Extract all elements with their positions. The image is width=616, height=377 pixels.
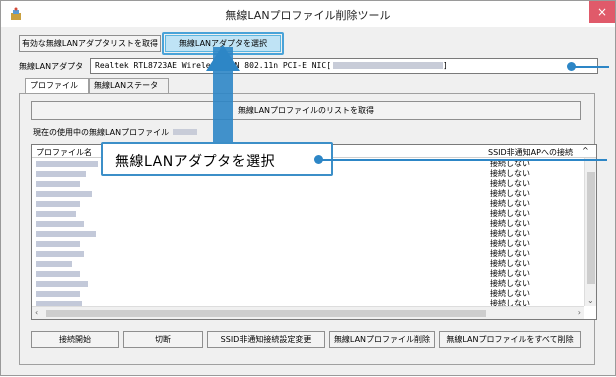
connect-setting: 接続しない [490, 239, 530, 248]
profile-name-redacted [36, 281, 88, 287]
table-row[interactable]: 接続しない [32, 259, 584, 269]
adapter-label: 無線LANアダプタ [19, 62, 84, 71]
connect-setting: 接続しない [490, 199, 530, 208]
delete-all-profiles-button[interactable]: 無線LANプロファイルをすべて削除 [439, 331, 581, 348]
connect-setting: 接続しない [490, 269, 530, 278]
connect-setting: 接続しない [490, 259, 530, 268]
horizontal-scrollbar[interactable]: ‹ › [32, 306, 584, 319]
connect-setting: 接続しない [490, 279, 530, 288]
profile-name-redacted [36, 251, 84, 257]
profile-name-redacted [36, 291, 80, 297]
connect-setting: 接続しない [490, 289, 530, 298]
table-row[interactable]: 接続しない [32, 229, 584, 239]
current-profile-value-redacted [173, 129, 197, 135]
profile-name-redacted [36, 241, 80, 247]
list-rows: 接続しない 接続しない 接続しない 接続しない 接続しない 接続しない 接続しない 接続しない… [32, 159, 584, 309]
connect-setting: 接続しない [490, 249, 530, 258]
table-row[interactable]: 接続しない [32, 189, 584, 199]
scroll-left-icon[interactable]: ‹ [35, 308, 38, 317]
profile-name-redacted [36, 171, 86, 177]
adapter-value: Realtek RTL8723AE Wireless LAN 802.11n P… [95, 61, 332, 70]
column-ssid-hidden[interactable]: SSID非通知APへの接続 [488, 147, 573, 158]
horizontal-scroll-thumb[interactable] [46, 310, 486, 317]
profile-name-redacted [36, 261, 72, 267]
adapter-value-redacted [333, 62, 444, 69]
table-row[interactable]: 接続しない [32, 219, 584, 229]
close-button[interactable]: × [589, 1, 615, 23]
profile-name-redacted [36, 161, 98, 167]
get-adapter-list-button[interactable]: 有効な無線LANアダプタリストを取得 [19, 35, 161, 52]
disconnect-button[interactable]: 切断 [123, 331, 203, 348]
sort-up-icon: ^ [582, 146, 589, 155]
callout-text: 無線LANアダプタを選択 [115, 154, 276, 170]
scroll-down-icon[interactable]: ⌄ [587, 296, 594, 305]
table-row[interactable]: 接続しない [32, 199, 584, 209]
title-bar: 無線LANプロファイル削除ツール × [1, 1, 615, 27]
window-title: 無線LANプロファイル削除ツール [225, 9, 391, 22]
ssid-setting-button[interactable]: SSID非通知接続設定変更 [207, 331, 325, 348]
profile-name-redacted [36, 271, 80, 277]
connect-setting: 接続しない [490, 179, 530, 188]
profile-name-redacted [36, 231, 96, 237]
current-profile-label: 現在の使用中の無線LANプロファイル [33, 128, 170, 137]
table-row[interactable]: 接続しない [32, 249, 584, 259]
vertical-scroll-thumb[interactable] [587, 172, 595, 284]
profile-name-redacted [36, 191, 92, 197]
table-row[interactable]: 接続しない [32, 289, 584, 299]
vertical-scrollbar[interactable]: ⌄ [584, 158, 596, 306]
column-profile-name[interactable]: プロファイル名 [36, 147, 92, 158]
adapter-marker-line [573, 66, 609, 68]
callout-line-list [321, 159, 607, 161]
table-row[interactable]: 接続しない [32, 209, 584, 219]
connect-setting: 接続しない [490, 229, 530, 238]
connect-setting: 接続しない [490, 169, 530, 178]
connect-setting: 接続しない [490, 209, 530, 218]
tab-profile-edit[interactable]: プロファイル編集 [25, 78, 89, 104]
profile-name-redacted [36, 201, 80, 207]
tab-wlan-status[interactable]: 無線LANステータス [89, 78, 169, 104]
table-row[interactable]: 接続しない [32, 269, 584, 279]
connect-setting: 接続しない [490, 219, 530, 228]
scroll-right-icon[interactable]: › [578, 308, 581, 317]
profile-name-redacted [36, 211, 76, 217]
connect-button[interactable]: 接続開始 [31, 331, 119, 348]
table-row[interactable]: 接続しない [32, 179, 584, 189]
adapter-select[interactable]: Realtek RTL8723AE Wireless LAN 802.11n P… [90, 58, 598, 74]
table-row[interactable]: 接続しない [32, 239, 584, 249]
select-adapter-button[interactable]: 無線LANアダプタを選択 [165, 35, 281, 52]
table-row[interactable]: 接続しない [32, 279, 584, 289]
profile-name-redacted [36, 181, 80, 187]
delete-profile-button[interactable]: 無線LANプロファイル削除 [329, 331, 435, 348]
get-profile-list-button[interactable]: 無線LANプロファイルのリストを取得 [31, 101, 581, 120]
connect-setting: 接続しない [490, 189, 530, 198]
callout-box: 無線LANアダプタを選択 [101, 142, 333, 176]
profile-name-redacted [36, 221, 84, 227]
app-window: 無線LANプロファイル削除ツール × 有効な無線LANアダプタリストを取得 無線… [0, 0, 616, 376]
